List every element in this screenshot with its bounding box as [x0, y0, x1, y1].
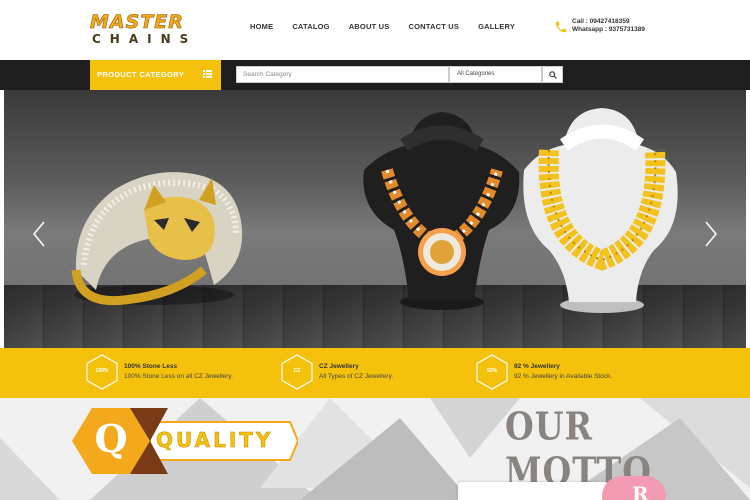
nav-catalog[interactable]: CATALOG	[292, 22, 329, 32]
contact-lines: Call : 09427418359 Whatsapp : 9375731389	[572, 18, 645, 34]
feature-badge-text: 92%	[486, 368, 497, 374]
search-button[interactable]	[542, 66, 563, 83]
feature-badge-text: 100%	[95, 368, 109, 374]
nav-about-us[interactable]: ABOUT US	[349, 22, 390, 32]
feature-description: 100% Stone Less on all CZ Jewellery.	[124, 373, 233, 380]
slide-image-jewellery	[71, 108, 678, 313]
nav-home[interactable]: HOME	[250, 22, 273, 32]
category-select[interactable]: All Categories	[449, 66, 542, 83]
search-category-input[interactable]: Search Category	[236, 66, 449, 83]
feature-badge-text: CZ	[293, 368, 301, 374]
quality-banner: Q QUALITY	[72, 408, 298, 474]
motto-next-letter: R	[632, 482, 649, 500]
chevron-right-icon[interactable]	[704, 220, 718, 248]
nav-gallery[interactable]: GALLERY	[478, 22, 515, 32]
feature-title: 92 % Jewellery	[514, 363, 560, 370]
logo-text-top: MASTER	[90, 11, 184, 33]
menu-icon	[203, 70, 212, 78]
phone-icon	[555, 21, 567, 33]
quality-letter: Q	[94, 416, 128, 461]
feature-description: All Types of CZ Jewellery.	[319, 373, 394, 380]
features-strip: 100% 100% Stone Less 100% Stone Less on …	[0, 348, 750, 398]
product-category-label: PRODUCT CATEGORY	[97, 70, 185, 79]
site-header: MASTER CHAINS HOME CATALOG ABOUT US CONT…	[0, 0, 750, 60]
motto-section: Q QUALITY OUR MOTTO R	[0, 398, 750, 500]
chevron-left-icon[interactable]	[32, 220, 46, 248]
contact-info: Call : 09427418359 Whatsapp : 9375731389	[554, 18, 664, 38]
nav-contact-us[interactable]: CONTACT US	[408, 22, 459, 32]
contact-call[interactable]: Call : 09427418359	[572, 18, 645, 26]
feature-description: 92 % Jewellery in Available Stock.	[514, 373, 613, 380]
search-icon	[549, 71, 557, 79]
brand-logo[interactable]: MASTER CHAINS	[90, 12, 222, 48]
contact-whatsapp[interactable]: Whatsapp : 9375731389	[572, 26, 645, 34]
page: MASTER CHAINS HOME CATALOG ABOUT US CONT…	[0, 0, 750, 500]
hero-slider	[4, 90, 746, 348]
logo-text-bottom: CHAINS	[92, 32, 198, 46]
quality-word: QUALITY	[156, 428, 274, 453]
motto-card	[458, 482, 608, 500]
product-category-button[interactable]: PRODUCT CATEGORY	[90, 60, 221, 90]
feature-title: CZ Jewellery	[319, 363, 359, 370]
feature-title: 100% Stone Less	[124, 363, 178, 370]
main-nav: HOME CATALOG ABOUT US CONTACT US GALLERY	[250, 22, 534, 32]
